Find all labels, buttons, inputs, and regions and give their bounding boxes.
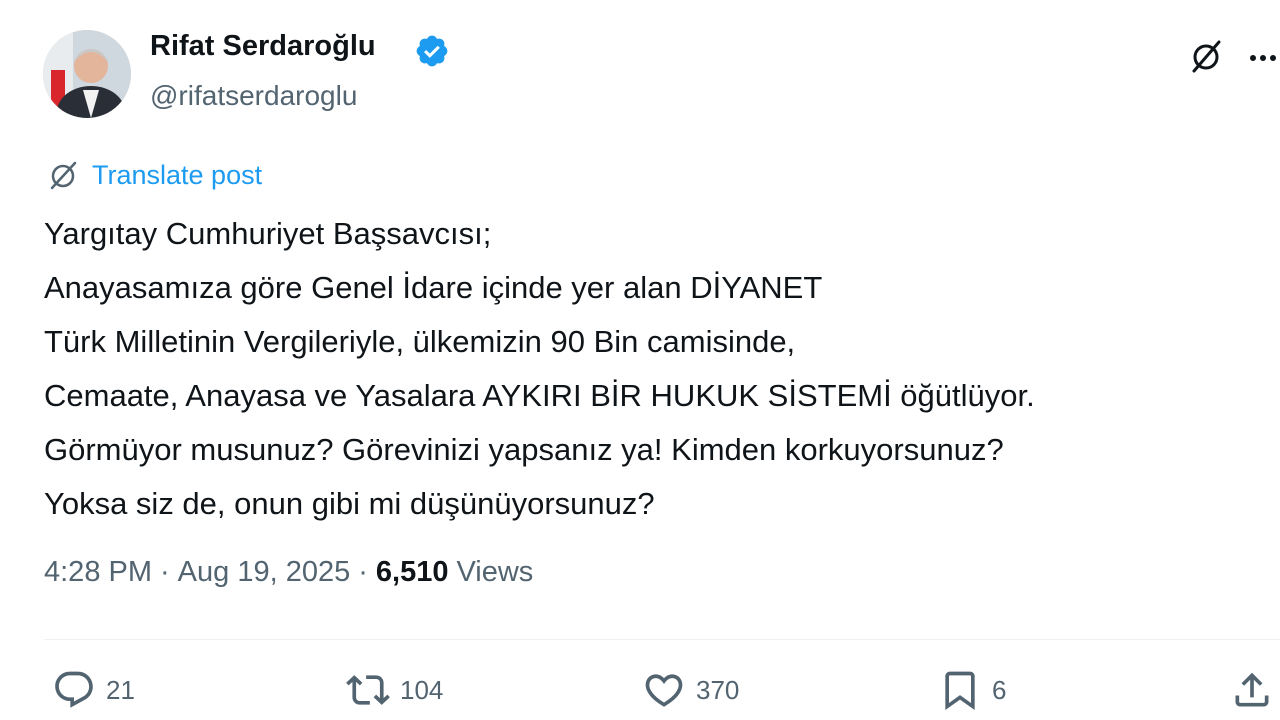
- like-button[interactable]: 370: [642, 664, 739, 716]
- bookmark-count: 6: [992, 674, 1007, 705]
- divider: [44, 639, 1280, 640]
- reply-count: 21: [106, 674, 135, 705]
- meta-separator: ·: [358, 556, 368, 588]
- reply-button[interactable]: 21: [52, 664, 135, 716]
- post-meta: 4:28 PM · Aug 19, 2025 · 6,510 Views: [44, 556, 533, 589]
- repost-button[interactable]: 104: [346, 664, 443, 716]
- views-label: Views: [456, 556, 534, 588]
- post-text: Yargıtay Cumhuriyet Başsavcısı; Anayasam…: [44, 207, 1264, 531]
- avatar[interactable]: [43, 30, 131, 118]
- more-button[interactable]: [1244, 36, 1280, 76]
- repost-icon: [346, 675, 390, 705]
- like-count: 370: [696, 674, 740, 705]
- post-date[interactable]: Aug 19, 2025: [178, 556, 351, 589]
- grok-icon: [1192, 40, 1221, 73]
- verified-badge-icon: [416, 35, 448, 67]
- share-button[interactable]: [1230, 664, 1274, 716]
- bookmark-button[interactable]: 6: [938, 664, 1006, 716]
- views-count[interactable]: 6,510: [376, 556, 449, 589]
- avatar-photo: [43, 30, 131, 118]
- tweet-card: Rifat Serdaroğlu @rifatserdaroglu Transl…: [0, 0, 1280, 720]
- post-line: Cemaate, Anayasa ve Yasalara AYKIRI BİR …: [44, 378, 1035, 413]
- author-handle[interactable]: @rifatserdaroglu: [150, 80, 357, 112]
- post-line: Görmüyor musunuz? Görevinizi yapsanız ya…: [44, 432, 1004, 467]
- post-line: Türk Milletinin Vergileriyle, ülkemizin …: [44, 324, 796, 359]
- more-icon: [1250, 55, 1276, 61]
- post-line: Anayasamıza göre Genel İdare içinde yer …: [44, 270, 823, 305]
- repost-count: 104: [400, 674, 444, 705]
- post-line: Yargıtay Cumhuriyet Başsavcısı;: [44, 216, 492, 251]
- meta-separator: ·: [160, 556, 170, 588]
- translate-post-link[interactable]: Translate post: [46, 157, 262, 193]
- translate-post-label: Translate post: [92, 159, 263, 190]
- translate-icon: [50, 161, 77, 190]
- reply-icon: [55, 671, 93, 708]
- post-line: Yoksa siz de, onun gibi mi düşünüyorsunu…: [44, 486, 655, 521]
- grok-button[interactable]: [1186, 36, 1226, 76]
- post-time[interactable]: 4:28 PM: [44, 556, 152, 589]
- bookmark-icon: [945, 671, 975, 711]
- heart-icon: [645, 674, 683, 707]
- author-name[interactable]: Rifat Serdaroğlu: [150, 30, 376, 63]
- share-icon: [1235, 672, 1269, 707]
